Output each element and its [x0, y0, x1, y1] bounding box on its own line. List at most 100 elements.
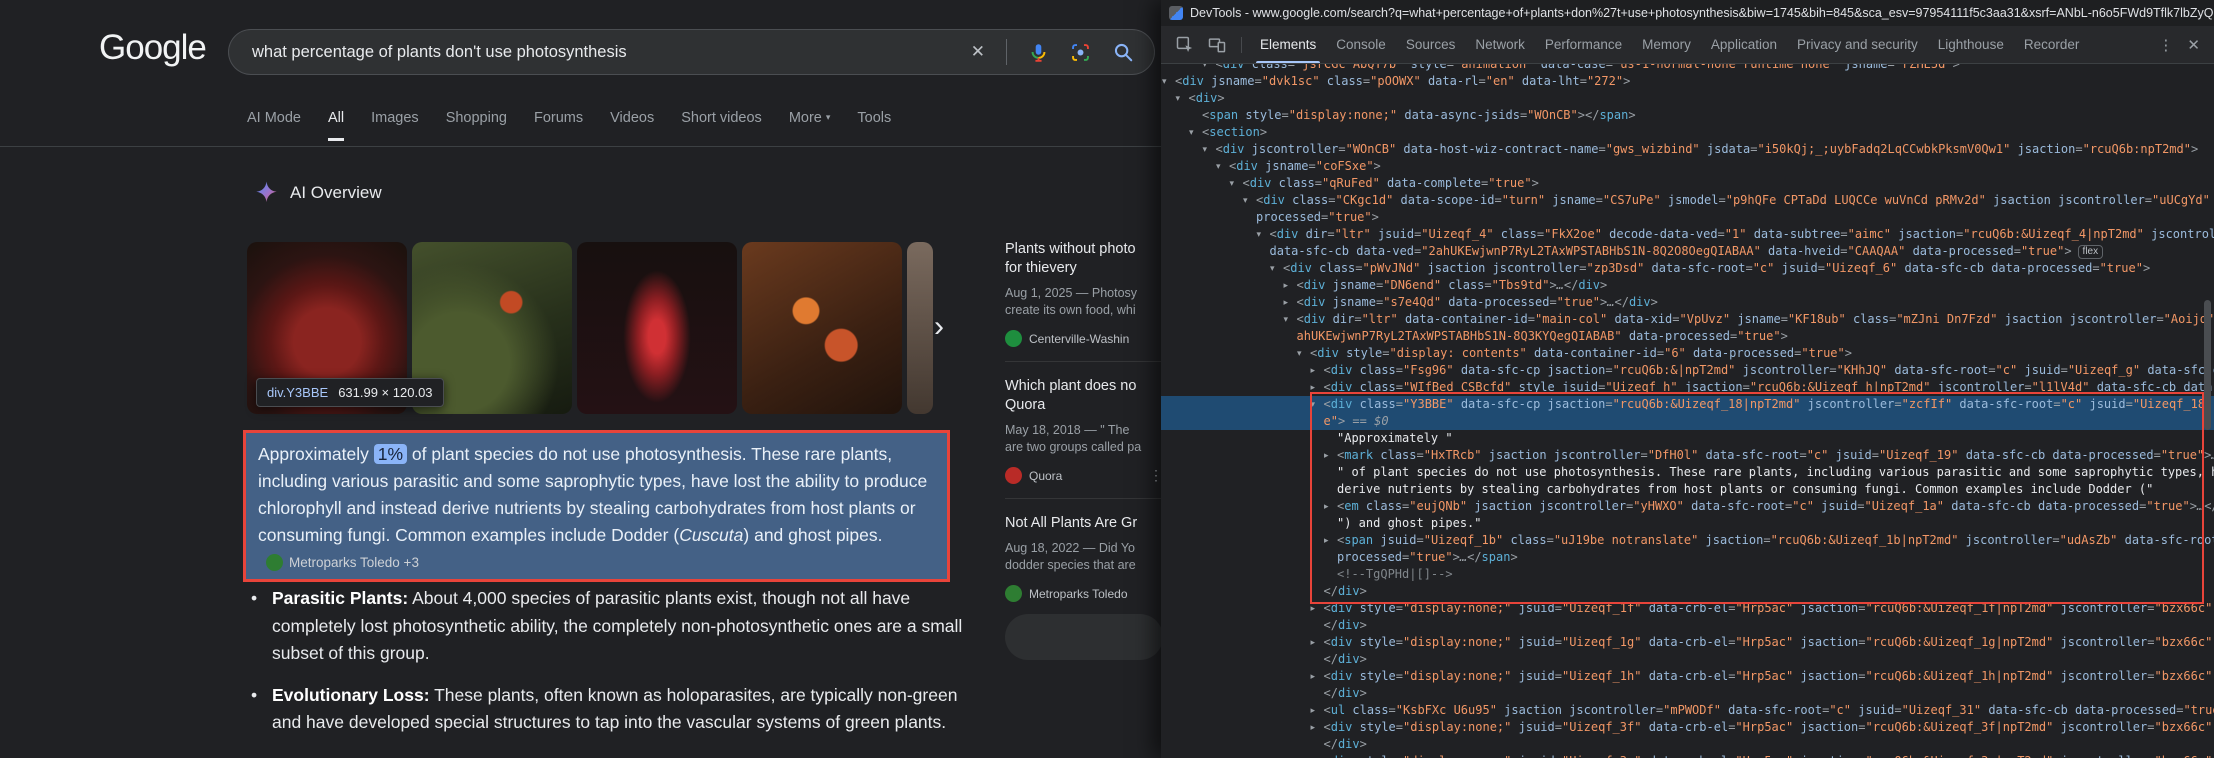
expand-arrow-icon[interactable]: ▾	[1297, 345, 1310, 362]
devtools-code-line[interactable]: ▸<div style="display:none;" jsuid="Uizeq…	[1161, 600, 2214, 617]
clear-icon[interactable]: ✕	[971, 42, 985, 62]
search-bar[interactable]: what percentage of plants don't use phot…	[228, 29, 1155, 75]
card-title-line[interactable]: Not All Plants Are Gr	[1005, 514, 1161, 533]
elements-panel[interactable]: ▾ <div class="jsrCGc AbQY7b" style="anima…	[1161, 64, 2214, 758]
inspect-element-icon[interactable]	[1175, 35, 1195, 55]
devtools-code-line[interactable]: ▸<div style="display:none;" jsuid="Uizeq…	[1161, 668, 2214, 685]
devtools-close-icon[interactable]: ✕	[2187, 36, 2200, 54]
devtools-code-line[interactable]: ▸<div style="display:none;" jsuid="Uizeq…	[1161, 719, 2214, 736]
devtools-tab-recorder[interactable]: Recorder	[2014, 26, 2090, 63]
results-tab-ai-mode[interactable]: AI Mode	[247, 110, 301, 141]
expand-arrow-icon[interactable]: ▾	[1243, 192, 1256, 209]
devtools-code-line[interactable]: ▸ <em class="eujQNb" jsaction jscontrolle…	[1161, 498, 2214, 515]
results-tab-more[interactable]: More ▾	[789, 110, 831, 141]
devtools-code-line[interactable]: ▾ <div dir="ltr" jsuid="Uizeqf_4" class="…	[1161, 226, 2214, 243]
collapsed-card-pill[interactable]	[1005, 614, 1161, 660]
devtools-code-line[interactable]: " of plant species do not use photosynth…	[1161, 464, 2214, 481]
devtools-tab-network[interactable]: Network	[1465, 26, 1535, 63]
card-title-line[interactable]: Quora	[1005, 396, 1161, 415]
card-title-line[interactable]: for thievery	[1005, 259, 1161, 278]
devtools-code-line[interactable]: ▾ <div class="qRuFed" data-complete="true…	[1161, 175, 2214, 192]
devtools-code-line[interactable]: ▾ <div class="pWvJNd" jsaction jscontroll…	[1161, 260, 2214, 277]
devtools-code-line[interactable]: </div>	[1161, 583, 2214, 600]
devtools-code-line[interactable]: ▾ <div jscontroller="WOnCB" data-host-wiz…	[1161, 141, 2214, 158]
results-tab-shopping[interactable]: Shopping	[446, 110, 507, 141]
expand-arrow-icon[interactable]: ▾	[1203, 64, 1216, 73]
devtools-code-line[interactable]: ▾ <div class="jsrCGc AbQY7b" style="anima…	[1161, 64, 2214, 73]
devtools-code-line[interactable]: ▸ <div jsname="s7e4Qd" data-processed="tr…	[1161, 294, 2214, 311]
devtools-code-line[interactable]: ▾ <div>	[1161, 90, 2214, 107]
lens-icon[interactable]	[1070, 42, 1091, 63]
devtools-tab-application[interactable]: Application	[1701, 26, 1787, 63]
collapse-arrow-icon[interactable]: ▸	[1311, 753, 1324, 758]
mic-icon[interactable]	[1028, 42, 1049, 63]
flex-badge[interactable]: flex	[2077, 245, 2104, 259]
expand-arrow-icon[interactable]: ▾	[1176, 90, 1189, 107]
devtools-tab-sources[interactable]: Sources	[1396, 26, 1466, 63]
scrollbar-thumb[interactable]	[2204, 300, 2211, 430]
google-logo[interactable]: Google	[99, 28, 207, 68]
devtools-code-line[interactable]: data-sfc-cb data-ved="2ahUKEwjwnP7RyL2TA…	[1161, 243, 2214, 260]
devtools-code-line[interactable]: </div>	[1161, 617, 2214, 634]
devtools-tab-privacy-and-security[interactable]: Privacy and security	[1787, 26, 1928, 63]
devtools-code-line[interactable]: ▸ <ul class="KsbFXc U6u95" jsaction jscon…	[1161, 702, 2214, 719]
collapse-arrow-icon[interactable]: ▸	[1324, 447, 1337, 464]
expand-arrow-icon[interactable]: ▾	[1162, 73, 1175, 90]
devtools-code-line[interactable]: ▸<div style="display:none;" jsuid="Uizeq…	[1161, 634, 2214, 651]
expand-arrow-icon[interactable]: ▾	[1189, 124, 1202, 141]
devtools-title-bar[interactable]: DevTools - www.google.com/search?q=what+…	[1161, 0, 2214, 26]
devtools-code-line[interactable]: <!--TgQPHd|[]-->	[1161, 566, 2214, 583]
related-result-card[interactable]: Not All Plants Are Gr Aug 18, 2022 — Did …	[1005, 498, 1161, 602]
results-tab-all[interactable]: All	[328, 110, 345, 141]
devtools-code-line[interactable]: ▾ <section>	[1161, 124, 2214, 141]
expand-arrow-icon[interactable]: ▾	[1230, 175, 1243, 192]
devtools-code-line[interactable]: </div>	[1161, 685, 2214, 702]
devtools-code-line[interactable]: ▾ <div class="CKgc1d" data-scope-id="turn…	[1161, 192, 2214, 209]
devtools-code-line[interactable]: ▸ <span jsuid="Uizeqf_1b" class="uJ19be n…	[1161, 532, 2214, 549]
devtools-code-line[interactable]: ▸ <div jsname="DN6end" class="Tbs9td">…</…	[1161, 277, 2214, 294]
device-toolbar-icon[interactable]	[1207, 35, 1227, 55]
devtools-code-line[interactable]: ▾ <div dir="ltr" data-container-id="main-…	[1161, 311, 2214, 328]
devtools-code-line[interactable]: ▾ <div jsname="dvk1sc" class="pOOWX" data…	[1161, 73, 2214, 90]
related-result-card[interactable]: Which plant does no Quora May 18, 2018 — "…	[1005, 361, 1161, 484]
results-tab-tools[interactable]: Tools	[857, 110, 891, 141]
devtools-code-line[interactable]: "Approximately "	[1161, 430, 2214, 447]
card-title-line[interactable]: Which plant does no	[1005, 377, 1161, 396]
devtools-code-line[interactable]: ▸ <mark class="HxTRcb" jsaction jscontrol…	[1161, 447, 2214, 464]
collapse-arrow-icon[interactable]: ▸	[1324, 498, 1337, 515]
devtools-tab-elements[interactable]: Elements	[1250, 26, 1326, 63]
carousel-next-icon[interactable]: ›	[934, 310, 944, 344]
expand-arrow-icon[interactable]: ▾	[1284, 311, 1297, 328]
devtools-code-line[interactable]: processed="true">	[1161, 209, 2214, 226]
devtools-code-line[interactable]: ▾ <div jsname="coFSxe">	[1161, 158, 2214, 175]
search-icon[interactable]	[1112, 41, 1134, 63]
devtools-selected-code-line[interactable]: ▾ <div class="Y3BBE" data-sfc-cp jsaction…	[1161, 396, 2214, 413]
devtools-code-line[interactable]: ahUKEwjwnP7RyL2TAxWPSTABHbS1N-8Q3KYQegQI…	[1161, 328, 2214, 345]
cropped-edge-photo[interactable]	[907, 242, 933, 414]
devtools-code-line[interactable]: ▸ <div class="Fsg96" data-sfc-cp jsaction…	[1161, 362, 2214, 379]
collapse-arrow-icon[interactable]: ▸	[1284, 294, 1297, 311]
devtools-tab-performance[interactable]: Performance	[1535, 26, 1632, 63]
card-menu-icon[interactable]: ⋮	[1149, 467, 1161, 484]
devtools-menu-icon[interactable]: ⋮	[2158, 36, 2173, 54]
collapse-arrow-icon[interactable]: ▸	[1311, 634, 1324, 651]
results-tab-short-videos[interactable]: Short videos	[681, 110, 762, 141]
expand-arrow-icon[interactable]: ▾	[1216, 158, 1229, 175]
results-tab-forums[interactable]: Forums	[534, 110, 583, 141]
devtools-selected-code-line[interactable]: e"> == $0	[1161, 413, 2214, 430]
devtools-tab-console[interactable]: Console	[1326, 26, 1396, 63]
related-result-card[interactable]: Plants without photo for thievery Aug 1, 2…	[1005, 240, 1161, 347]
collapse-arrow-icon[interactable]: ▸	[1311, 719, 1324, 736]
results-tab-images[interactable]: Images	[371, 110, 419, 141]
collapse-arrow-icon[interactable]: ▸	[1311, 702, 1324, 719]
search-input[interactable]: what percentage of plants don't use phot…	[229, 43, 971, 62]
elements-tree[interactable]: ▾ <div class="jsrCGc AbQY7b" style="anima…	[1161, 64, 2214, 758]
collapse-arrow-icon[interactable]: ▸	[1311, 379, 1324, 396]
devtools-code-line[interactable]: derive nutrients by stealing carbohydrat…	[1161, 481, 2214, 498]
collapse-arrow-icon[interactable]: ▸	[1284, 277, 1297, 294]
orange-flowers-photo[interactable]	[742, 242, 902, 414]
collapse-arrow-icon[interactable]: ▸	[1311, 362, 1324, 379]
devtools-tab-memory[interactable]: Memory	[1632, 26, 1701, 63]
devtools-code-line[interactable]: ") and ghost pipes."	[1161, 515, 2214, 532]
devtools-code-line[interactable]: ▸ <div class="WIfBed CSBcfd" style jsuid=…	[1161, 379, 2214, 396]
